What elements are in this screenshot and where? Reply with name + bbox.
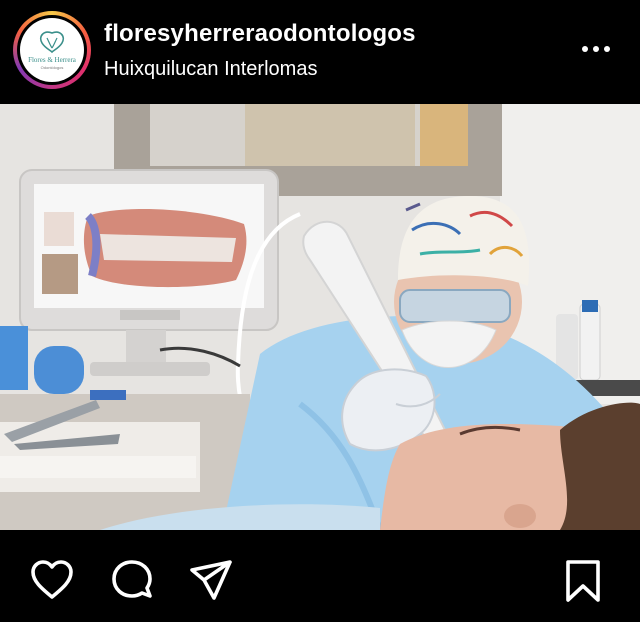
avatar[interactable]: Flores & Herrera Odontólogos: [17, 15, 87, 85]
avatar-logo-subtext: Odontólogos: [40, 65, 64, 70]
dental-scan-photo: [0, 104, 640, 530]
more-dot: [593, 46, 599, 52]
avatar-story-ring[interactable]: Flores & Herrera Odontólogos: [13, 11, 91, 89]
post-image[interactable]: [0, 104, 640, 530]
username-link[interactable]: floresyherreraodontologos: [104, 20, 416, 48]
send-icon[interactable]: [188, 558, 234, 604]
post-actions-bar: [0, 530, 640, 622]
comment-icon[interactable]: [110, 558, 156, 604]
avatar-logo: Flores & Herrera Odontólogos: [20, 18, 84, 82]
more-dot: [582, 46, 588, 52]
logo-mark-icon: [39, 31, 65, 54]
avatar-logo-text: Flores & Herrera: [28, 56, 76, 64]
post-header: Flores & Herrera Odontólogos floresyherr…: [0, 0, 640, 104]
location-link[interactable]: Huixquilucan Interlomas: [104, 58, 317, 81]
more-dot: [604, 46, 610, 52]
bookmark-icon[interactable]: [560, 558, 606, 604]
more-options-icon[interactable]: [578, 42, 614, 56]
heart-icon[interactable]: [29, 558, 75, 604]
